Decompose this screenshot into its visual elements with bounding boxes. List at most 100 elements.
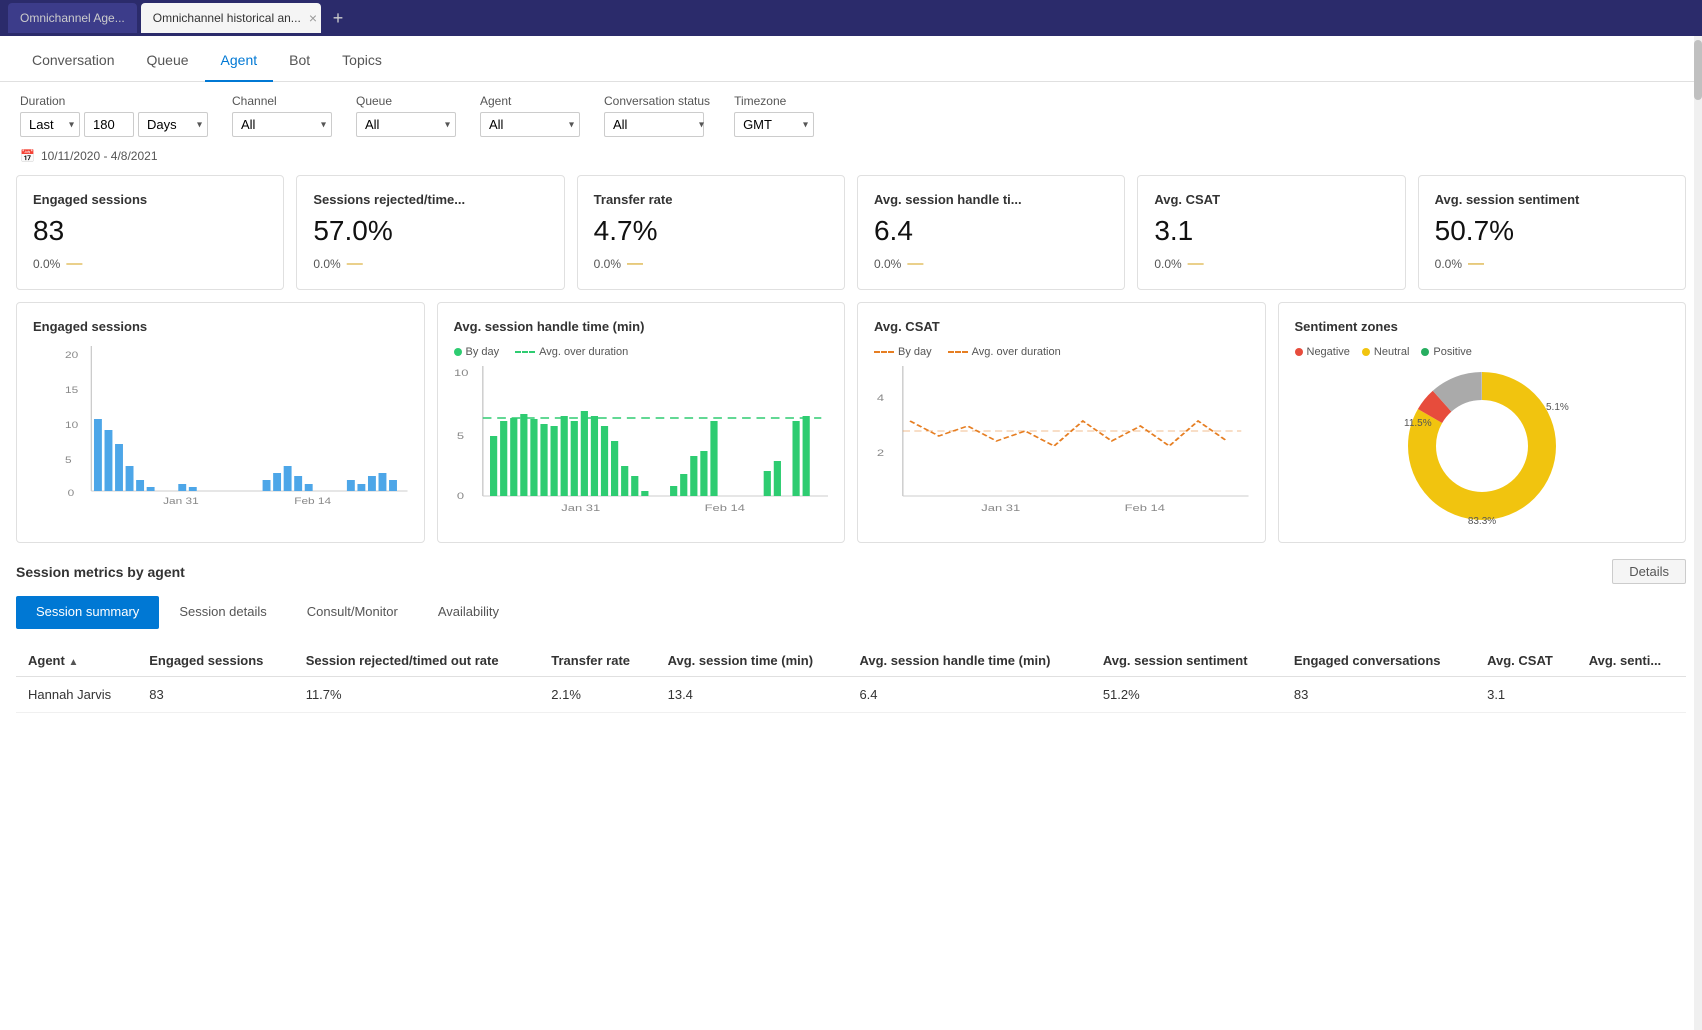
queue-select[interactable]: All [356, 112, 456, 137]
metric-change-transfer-rate: 0.0% [594, 257, 621, 271]
col-avg-senti-truncated[interactable]: Avg. senti... [1577, 645, 1686, 677]
conversation-status-select[interactable]: All [604, 112, 704, 137]
duration-unit-select[interactable]: Days [138, 112, 208, 137]
chart-engaged-sessions: Engaged sessions 20 15 10 5 0 [16, 302, 425, 543]
scroll-thumb[interactable] [1694, 40, 1702, 100]
cell-avg-session-time: 13.4 [656, 677, 848, 713]
sentiment-donut-svg: 5.1% 11.5% 83.3% [1382, 366, 1582, 526]
sub-tab-availability[interactable]: Availability [418, 596, 519, 629]
tab-topics[interactable]: Topics [326, 36, 398, 82]
legend-csat-avg-duration: Avg. over duration [948, 346, 1061, 358]
legend-by-day-dot [454, 348, 462, 356]
legend-neutral: Neutral [1362, 346, 1409, 358]
metric-card-transfer-rate: Transfer rate 4.7% 0.0% — [577, 175, 845, 290]
cell-avg-handle-time: 6.4 [847, 677, 1090, 713]
chart-legend-avg-csat: By day Avg. over duration [874, 346, 1249, 358]
sub-tab-session-details[interactable]: Session details [159, 596, 286, 629]
duration-value-input[interactable] [84, 112, 134, 137]
timezone-label: Timezone [734, 94, 814, 108]
duration-label: Duration [20, 94, 208, 108]
queue-label: Queue [356, 94, 456, 108]
tab-agent[interactable]: Agent [205, 36, 274, 82]
metric-card-sessions-rejected: Sessions rejected/time... 57.0% 0.0% — [296, 175, 564, 290]
legend-positive: Positive [1421, 346, 1472, 358]
section-title: Session metrics by agent [16, 564, 185, 580]
metric-title-engaged-sessions: Engaged sessions [33, 192, 267, 207]
channel-select[interactable]: All [232, 112, 332, 137]
date-range: 📅 10/11/2020 - 4/8/2021 [0, 141, 1702, 163]
agent-filter: Agent All [480, 94, 580, 137]
legend-negative: Negative [1295, 346, 1350, 358]
sub-tab-session-summary[interactable]: Session summary [16, 596, 159, 629]
legend-csat-avg-line [948, 351, 968, 353]
channel-label: Channel [232, 94, 332, 108]
chart-title-engaged-sessions: Engaged sessions [33, 319, 408, 334]
legend-negative-label: Negative [1307, 346, 1350, 358]
chart-title-sentiment-zones: Sentiment zones [1295, 319, 1670, 334]
agent-select[interactable]: All [480, 112, 580, 137]
legend-neutral-dot [1362, 348, 1370, 356]
tab-conversation[interactable]: Conversation [16, 36, 131, 82]
col-rejected-rate[interactable]: Session rejected/timed out rate [294, 645, 540, 677]
section-header: Session metrics by agent Details [16, 559, 1686, 584]
details-button[interactable]: Details [1612, 559, 1686, 584]
legend-avg-duration-label: Avg. over duration [539, 346, 628, 358]
metric-dash-avg-csat: — [1188, 255, 1204, 273]
chart-legend-sentiment: Negative Neutral Positive [1295, 346, 1670, 358]
metric-change-avg-handle-time: 0.0% [874, 257, 901, 271]
metric-footer-sessions-rejected: 0.0% — [313, 255, 547, 273]
sub-tabs: Session summary Session details Consult/… [16, 596, 1686, 629]
legend-negative-dot [1295, 348, 1303, 356]
metric-change-avg-sentiment: 0.0% [1435, 257, 1462, 271]
col-avg-handle-time[interactable]: Avg. session handle time (min) [847, 645, 1090, 677]
col-agent[interactable]: Agent ▲ [16, 645, 137, 677]
metrics-row: Engaged sessions 83 0.0% — Sessions reje… [0, 163, 1702, 302]
legend-neutral-label: Neutral [1374, 346, 1409, 358]
col-engaged-sessions[interactable]: Engaged sessions [137, 645, 293, 677]
svg-text:Jan 31: Jan 31 [981, 504, 1020, 514]
cell-avg-sentiment: 51.2% [1091, 677, 1282, 713]
svg-text:20: 20 [65, 350, 78, 360]
tab-queue[interactable]: Queue [131, 36, 205, 82]
metric-title-transfer-rate: Transfer rate [594, 192, 828, 207]
cell-agent: Hannah Jarvis [16, 677, 137, 713]
legend-csat-by-day: By day [874, 346, 932, 358]
timezone-select[interactable]: GMT [734, 112, 814, 137]
metric-value-avg-handle-time: 6.4 [874, 215, 1108, 247]
engaged-sessions-chart-svg: 20 15 10 5 0 [65, 346, 408, 506]
avg-csat-chart-svg: 4 2 Jan 31 Feb 14 [874, 366, 1249, 516]
cell-engaged-sessions: 83 [137, 677, 293, 713]
metric-dash-transfer-rate: — [627, 255, 643, 273]
scrollbar[interactable] [1694, 36, 1702, 1030]
metric-card-engaged-sessions: Engaged sessions 83 0.0% — [16, 175, 284, 290]
browser-tab-active[interactable]: Omnichannel historical an... × [141, 3, 321, 33]
metric-title-avg-handle-time: Avg. session handle ti... [874, 192, 1108, 207]
col-avg-csat[interactable]: Avg. CSAT [1475, 645, 1577, 677]
chart-legend-avg-handle-time: By day Avg. over duration [454, 346, 829, 358]
col-engaged-conversations[interactable]: Engaged conversations [1282, 645, 1475, 677]
cell-avg-senti [1577, 677, 1686, 713]
legend-positive-dot [1421, 348, 1429, 356]
duration-preset-select[interactable]: Last [20, 112, 80, 137]
tab-close-icon[interactable]: × [309, 10, 317, 26]
legend-positive-label: Positive [1433, 346, 1472, 358]
col-transfer-rate[interactable]: Transfer rate [539, 645, 655, 677]
cell-transfer-rate: 2.1% [539, 677, 655, 713]
charts-row: Engaged sessions 20 15 10 5 0 [0, 302, 1702, 559]
conversation-status-label: Conversation status [604, 94, 710, 108]
svg-text:Feb 14: Feb 14 [704, 504, 744, 514]
svg-text:Jan 31: Jan 31 [163, 496, 199, 506]
sub-tab-consult-monitor[interactable]: Consult/Monitor [287, 596, 418, 629]
svg-text:15: 15 [65, 385, 78, 395]
calendar-icon: 📅 [20, 149, 35, 163]
tab-bot[interactable]: Bot [273, 36, 326, 82]
add-tab-button[interactable]: + [325, 8, 352, 29]
channel-filter: Channel All [232, 94, 332, 137]
metric-title-sessions-rejected: Sessions rejected/time... [313, 192, 547, 207]
col-avg-session-time[interactable]: Avg. session time (min) [656, 645, 848, 677]
metric-value-avg-csat: 3.1 [1154, 215, 1388, 247]
legend-by-day-label: By day [466, 346, 500, 358]
browser-tab-inactive[interactable]: Omnichannel Age... [8, 3, 137, 33]
timezone-filter: Timezone GMT [734, 94, 814, 137]
col-avg-sentiment[interactable]: Avg. session sentiment [1091, 645, 1282, 677]
